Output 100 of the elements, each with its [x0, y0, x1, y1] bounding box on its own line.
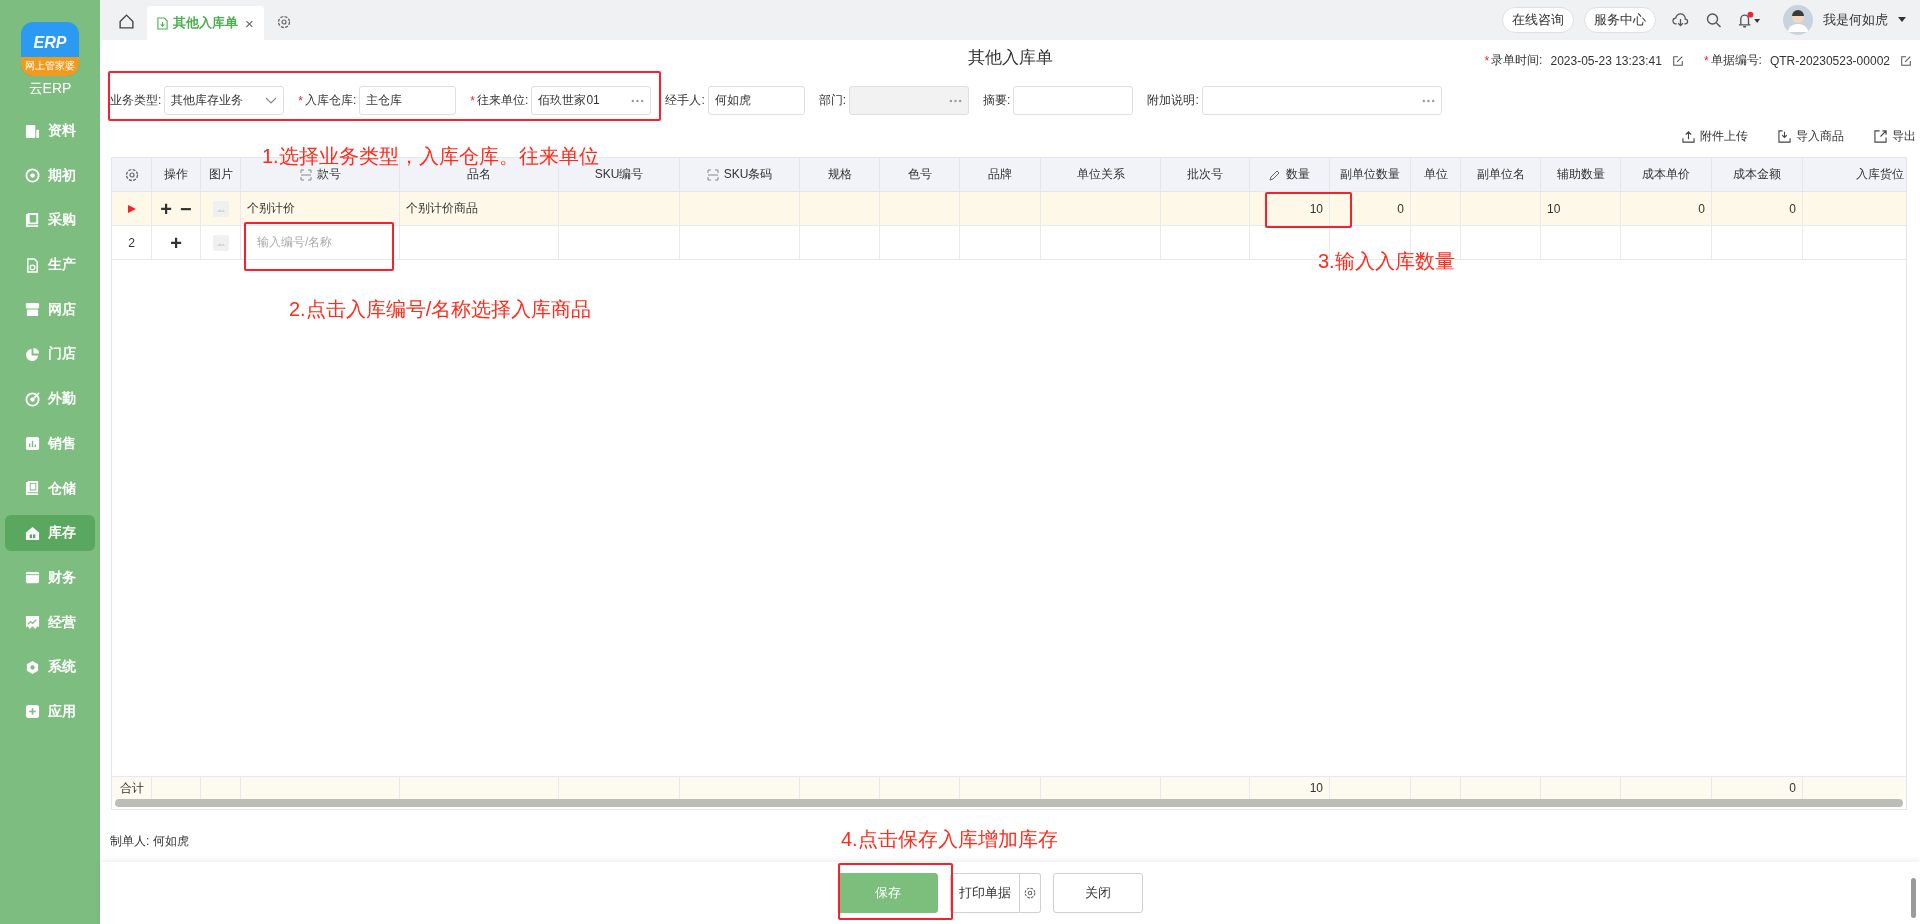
total-label: 合计: [119, 779, 144, 797]
field-label: 业务类型:: [110, 92, 162, 109]
meta-value: 2023-05-23 13:23:41: [1550, 53, 1662, 68]
required-mark: *: [298, 93, 303, 108]
lookup-field[interactable]: [1201, 86, 1442, 115]
annotation-note: 1.选择业务类型，入库仓库。往来单位: [262, 144, 599, 168]
upload-icon: [1682, 129, 1695, 143]
tray-icon: [25, 212, 40, 228]
table-cell: 0: [1698, 201, 1705, 216]
settings-icon[interactable]: [275, 14, 292, 30]
field-label: 往来单位:: [477, 92, 529, 109]
column-header: 图片: [208, 166, 233, 183]
tab[interactable]: 其他入库单 ×: [147, 6, 264, 40]
required-mark: *: [1484, 53, 1490, 68]
print-settings-button[interactable]: [1019, 873, 1041, 913]
house-icon: [25, 525, 40, 541]
column-header: 成本单价: [1642, 166, 1690, 183]
disc-icon: [25, 168, 40, 184]
lookup-field[interactable]: 佰玖世家01: [531, 86, 652, 115]
input-field[interactable]: [1013, 86, 1134, 115]
column-header: 品名: [467, 166, 491, 183]
logo-mark: ERP: [33, 34, 67, 52]
pencil-icon: [1269, 168, 1281, 181]
scan-icon: [299, 168, 312, 181]
cloud-download-icon[interactable]: [1672, 12, 1689, 28]
app-name: 云ERP: [28, 80, 72, 98]
scan-icon: [706, 168, 719, 181]
total-cell: 10: [1309, 781, 1323, 795]
annotation-note: 4.点击保存入库增加库存: [841, 827, 1058, 852]
required-mark: *: [1703, 53, 1709, 68]
chevron-down-icon: [265, 96, 278, 105]
user-name[interactable]: 我是何如虎: [1823, 11, 1888, 29]
field-label: 经手人:: [665, 92, 705, 109]
total-cell: 0: [1789, 781, 1796, 795]
column-header: 批次号: [1187, 166, 1223, 183]
search-icon[interactable]: [1705, 12, 1722, 28]
meta-label: 单据编号:: [1710, 52, 1762, 69]
close-button[interactable]: 关闭: [1052, 873, 1143, 913]
row-action-button[interactable]: +: [170, 232, 182, 253]
avatar-icon[interactable]: [1783, 5, 1813, 35]
creator-text: 制单人: 何如虎: [110, 833, 189, 850]
edit-icon[interactable]: [1671, 54, 1684, 67]
column-header: 副单位名: [1476, 166, 1525, 183]
column-header: 品牌: [988, 166, 1012, 183]
bar-chart-icon: [25, 436, 40, 452]
toolbar-button[interactable]: 导入商品: [1778, 126, 1844, 146]
column-header: SKU编号: [594, 166, 644, 183]
caret-icon[interactable]: [1898, 17, 1906, 23]
header-link-button[interactable]: 在线咨询: [1502, 7, 1574, 33]
column-header: 色号: [907, 166, 932, 183]
document-icon: [25, 123, 40, 139]
table-cell: 0: [1789, 201, 1796, 216]
toolbar-button[interactable]: 导出: [1874, 126, 1916, 146]
more-icon: [631, 98, 645, 103]
table-cell: 10: [1547, 201, 1561, 216]
column-header: 成本金额: [1733, 166, 1781, 183]
header-link-button[interactable]: 服务中心: [1584, 7, 1656, 33]
scrollbar[interactable]: [115, 799, 1903, 807]
column-header: 副单位数量: [1340, 166, 1400, 183]
select-field[interactable]: 其他库存业务: [164, 86, 285, 115]
shop-icon: [25, 302, 40, 318]
print-button[interactable]: 打印单据: [949, 873, 1020, 913]
column-header: 规格: [827, 166, 852, 183]
annotation-note: 2.点击入库编号/名称选择入库商品: [289, 297, 592, 322]
field-label: 部门:: [818, 92, 847, 109]
more-icon: [1421, 98, 1435, 103]
notification-bell-icon[interactable]: [1736, 11, 1761, 29]
pie-chart-icon: [25, 346, 40, 362]
column-header: 辅助数量: [1556, 166, 1605, 183]
column-header: 数量: [1286, 166, 1310, 183]
row-action-button[interactable]: −: [180, 198, 192, 219]
required-mark: *: [470, 93, 476, 108]
field-label: 入库仓库:: [305, 92, 357, 109]
column-header: 操作: [164, 166, 188, 183]
table-cell: 10: [1309, 201, 1323, 216]
export-icon: [1874, 129, 1887, 143]
table-row[interactable]: + − 个别计价 个别计价商品 10 0 10 0 0: [112, 192, 1906, 226]
scrollbar[interactable]: [1911, 878, 1916, 918]
close-button[interactable]: ×: [245, 14, 254, 32]
input-field[interactable]: 主仓库: [359, 86, 457, 115]
column-header: 款号: [316, 166, 341, 183]
field-label: 附加说明:: [1147, 92, 1199, 109]
home-icon[interactable]: [118, 13, 135, 30]
column-header: 单位: [1423, 166, 1448, 183]
column-header: 入库货位: [1856, 166, 1904, 183]
edit-icon[interactable]: [1900, 54, 1912, 67]
input-field[interactable]: 何如虎: [707, 86, 805, 115]
grid-icon: [25, 481, 40, 496]
column-header: SKU条码: [723, 166, 773, 183]
column-header: 单位关系: [1076, 166, 1125, 183]
hexagon-icon: [25, 659, 40, 675]
image-placeholder-icon: [212, 200, 229, 217]
settings-icon: [1022, 886, 1037, 900]
toolbar-button[interactable]: 附件上传: [1682, 126, 1748, 146]
field-label: 摘要:: [983, 92, 1011, 109]
settings-icon[interactable]: [123, 166, 140, 183]
target-icon: [25, 391, 40, 407]
plus-icon: [25, 704, 40, 720]
row-action-button[interactable]: +: [160, 198, 172, 219]
page-title: 其他入库单: [967, 47, 1053, 69]
